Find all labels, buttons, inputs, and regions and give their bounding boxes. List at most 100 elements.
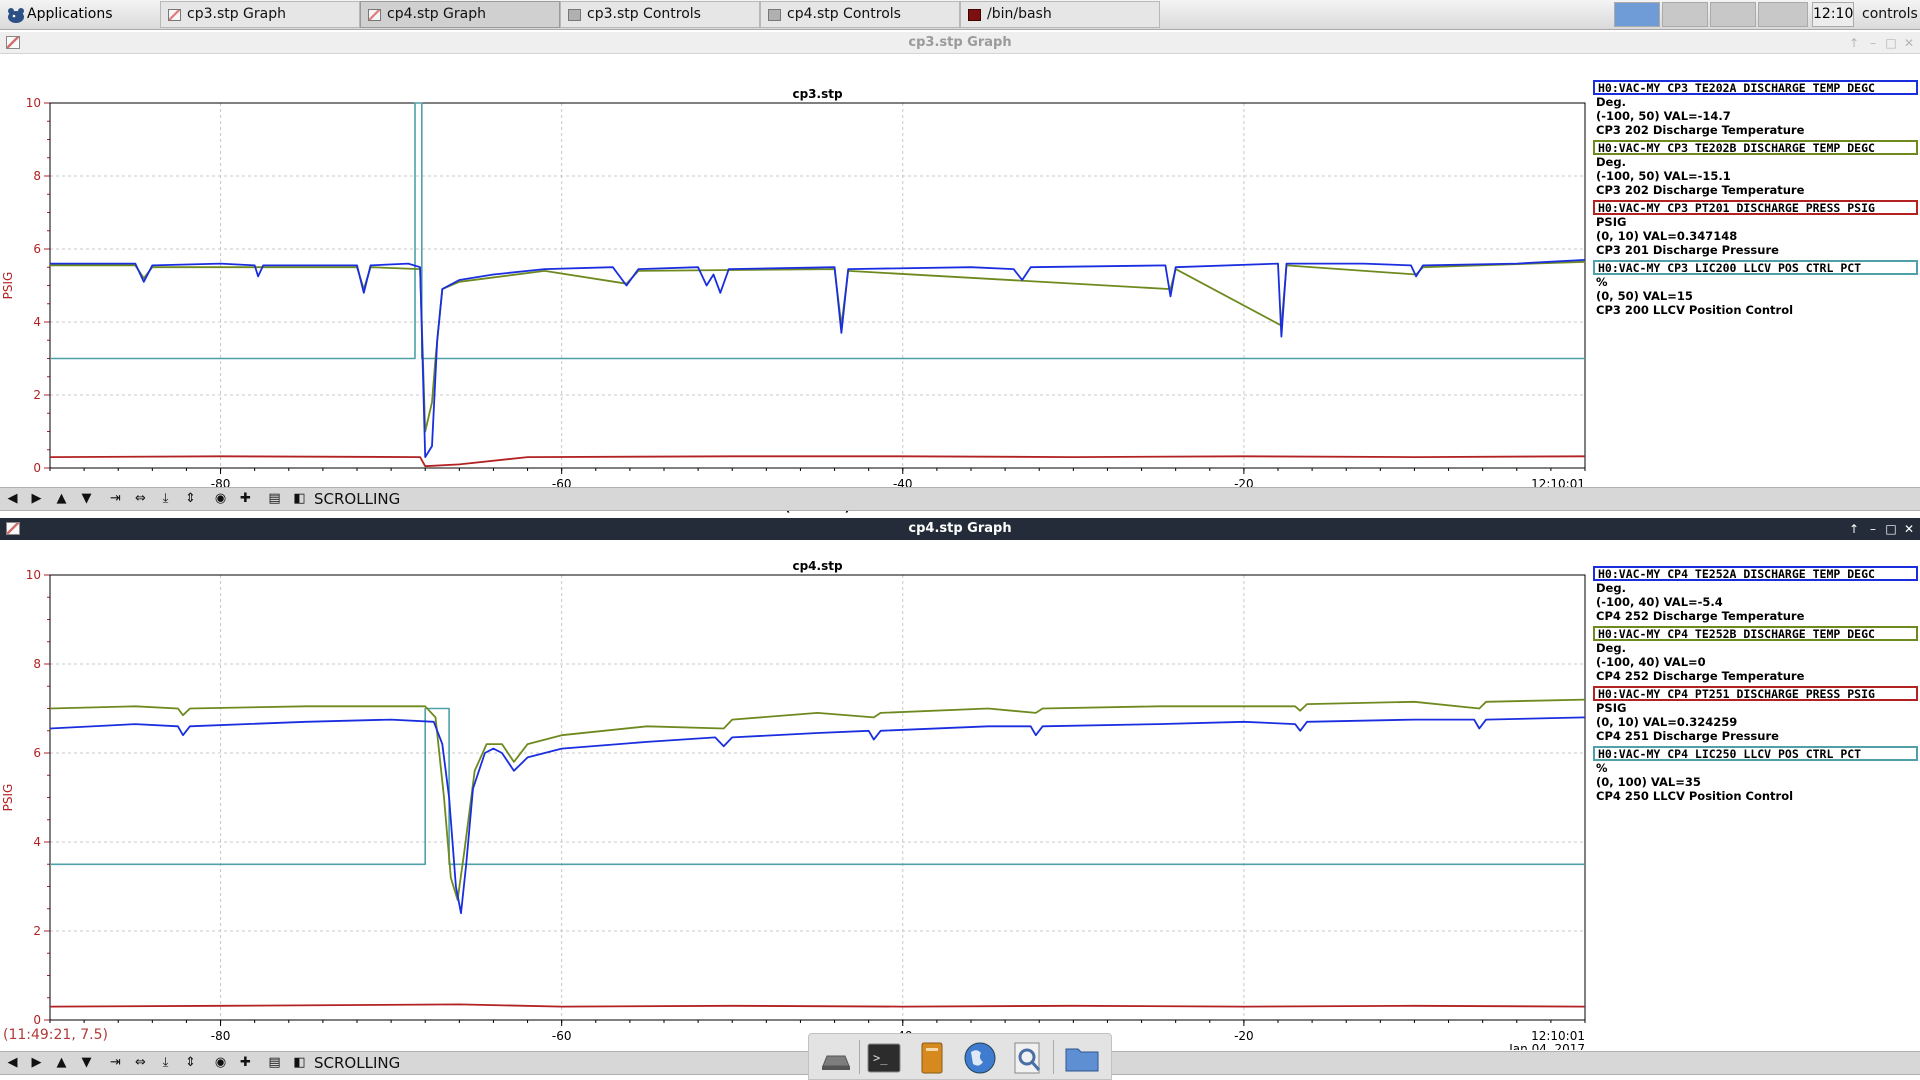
workspace-4[interactable] (1758, 2, 1808, 27)
legend-item[interactable]: H0:VAC-MY_CP3_TE202A_DISCHARGE_TEMP_DEGC… (1593, 80, 1918, 140)
scroll-left-icon[interactable]: ◀ (3, 490, 22, 508)
zoom-out-horizontal-icon[interactable]: ⇔ (131, 490, 150, 508)
legend-range-val: (-100, 40) VAL=-5.4 (1596, 595, 1723, 609)
stripchart-plot[interactable]: -80-60-40-200246810cp3.stpPSIG(Minutes)1… (0, 54, 1590, 516)
scroll-up-icon[interactable]: ▲ (52, 1054, 71, 1072)
task-cp3-graph[interactable]: cp3.stp Graph (160, 1, 360, 28)
shade-icon[interactable]: ↑ (1846, 32, 1862, 54)
folder-icon[interactable] (1063, 1040, 1101, 1076)
legend-pv-name[interactable]: H0:VAC-MY_CP4_TE252A_DISCHARGE_TEMP_DEGC (1593, 566, 1918, 581)
reset-icon[interactable]: ✚ (236, 1054, 255, 1072)
print-icon[interactable]: ▤ (265, 1054, 284, 1072)
scroll-right-icon[interactable]: ▶ (27, 490, 46, 508)
show-desktop-icon[interactable] (817, 1040, 855, 1076)
shade-icon[interactable]: ↑ (1846, 518, 1862, 540)
legend-desc: CP3 202 Discharge Temperature (1596, 183, 1805, 197)
clock[interactable]: 12:10 (1812, 2, 1854, 27)
legend-pv-name[interactable]: H0:VAC-MY_CP3_PT201_DISCHARGE_PRESS_PSIG (1593, 200, 1918, 215)
auto-scale-icon[interactable]: ◉ (211, 1054, 230, 1072)
scroll-right-icon[interactable]: ▶ (27, 1054, 46, 1072)
app-finder-icon[interactable] (1009, 1040, 1047, 1076)
plot-area[interactable]: -80-60-40-200246810cp4.stpPSIG(M12:10:01… (0, 540, 1920, 1050)
legend-item[interactable]: H0:VAC-MY_CP4_LIC250_LLCV_POS_CTRL_PCT%(… (1593, 746, 1918, 806)
task-label: cp3.stp Controls (587, 6, 701, 22)
close-icon[interactable]: ✕ (1901, 32, 1917, 54)
file-manager-icon[interactable] (913, 1040, 951, 1076)
legend-item[interactable]: H0:VAC-MY_CP3_TE202B_DISCHARGE_TEMP_DEGC… (1593, 140, 1918, 200)
pan-to-now-icon[interactable]: ◧ (290, 1054, 309, 1072)
zoom-out-vertical-icon[interactable]: ⇕ (181, 1054, 200, 1072)
pan-to-now-icon[interactable]: ◧ (290, 490, 309, 508)
cursor-readout: (11:49:21, 7.5) (3, 1027, 108, 1043)
legend-range-val: (0, 10) VAL=0.347148 (1596, 229, 1738, 243)
legend-item[interactable]: H0:VAC-MY_CP3_PT201_DISCHARGE_PRESS_PSIG… (1593, 200, 1918, 260)
series-line-2 (49, 1003, 1586, 1008)
legend-unit: Deg. (1596, 581, 1626, 595)
window-titlebar[interactable]: cp4.stp Graph ↑ – □ ✕ (0, 518, 1920, 540)
chart-title: cp4.stp (792, 559, 842, 573)
plot-area[interactable]: -80-60-40-200246810cp3.stpPSIG(Minutes)1… (0, 54, 1920, 516)
y-tick-label: 8 (33, 169, 41, 183)
trace-legend: H0:VAC-MY_CP3_TE202A_DISCHARGE_TEMP_DEGC… (1593, 80, 1918, 320)
zoom-in-vertical-icon[interactable]: ⤓ (156, 1054, 175, 1072)
close-icon[interactable]: ✕ (1901, 518, 1917, 540)
y-tick-label: 6 (33, 242, 41, 256)
legend-item[interactable]: H0:VAC-MY_CP4_PT251_DISCHARGE_PRESS_PSIG… (1593, 686, 1918, 746)
legend-pv-name[interactable]: H0:VAC-MY_CP4_LIC250_LLCV_POS_CTRL_PCT (1593, 746, 1918, 761)
zoom-in-horizontal-icon[interactable]: ⇥ (106, 490, 125, 508)
zoom-in-horizontal-icon[interactable]: ⇥ (106, 1054, 125, 1072)
maximize-icon[interactable]: □ (1883, 32, 1899, 54)
legend-unit: Deg. (1596, 641, 1626, 655)
legend-item[interactable]: H0:VAC-MY_CP3_LIC200_LLCV_POS_CTRL_PCT%(… (1593, 260, 1918, 320)
legend-range-val: (0, 50) VAL=15 (1596, 289, 1693, 303)
minimize-icon[interactable]: – (1865, 32, 1881, 54)
applications-menu-button[interactable]: Applications Menu (0, 1, 155, 48)
legend-pv-name[interactable]: H0:VAC-MY_CP4_TE252B_DISCHARGE_TEMP_DEGC (1593, 626, 1918, 641)
task-label: cp4.stp Controls (787, 6, 901, 22)
reset-icon[interactable]: ✚ (236, 490, 255, 508)
legend-pv-name[interactable]: H0:VAC-MY_CP4_PT251_DISCHARGE_PRESS_PSIG (1593, 686, 1918, 701)
series-line-2 (49, 455, 1586, 468)
task-cp4-graph[interactable]: cp4.stp Graph (360, 1, 560, 28)
scroll-down-icon[interactable]: ▼ (77, 1054, 96, 1072)
legend-pv-name[interactable]: H0:VAC-MY_CP3_TE202A_DISCHARGE_TEMP_DEGC (1593, 80, 1918, 95)
task-cp4-controls[interactable]: cp4.stp Controls (760, 1, 960, 28)
web-browser-icon[interactable] (961, 1040, 999, 1076)
workspace-2[interactable] (1662, 2, 1708, 27)
legend-desc: CP4 251 Discharge Pressure (1596, 729, 1779, 743)
legend-pv-name[interactable]: H0:VAC-MY_CP3_LIC200_LLCV_POS_CTRL_PCT (1593, 260, 1918, 275)
dock-panel: >_ (808, 1033, 1112, 1080)
stripchart-plot[interactable]: -80-60-40-200246810cp4.stpPSIG(M12:10:01… (0, 540, 1590, 1050)
legend-pv-name[interactable]: H0:VAC-MY_CP3_TE202B_DISCHARGE_TEMP_DEGC (1593, 140, 1918, 155)
legend-item[interactable]: H0:VAC-MY_CP4_TE252A_DISCHARGE_TEMP_DEGC… (1593, 566, 1918, 626)
zoom-out-horizontal-icon[interactable]: ⇔ (131, 1054, 150, 1072)
cp4-graph-window: cp4.stp Graph ↑ – □ ✕ -80-60-40-20024681… (0, 518, 1920, 1080)
taskbar: Applications Menu cp3.stp Graph cp4.stp … (0, 0, 1920, 48)
legend-desc: CP3 200 LLCV Position Control (1596, 303, 1794, 317)
graph-window-icon (6, 36, 20, 49)
y-tick-label: 0 (33, 1013, 41, 1027)
chart-title: cp3.stp (792, 87, 842, 101)
workspace-3[interactable] (1710, 2, 1756, 27)
zoom-in-vertical-icon[interactable]: ⤓ (156, 490, 175, 508)
workspace-1[interactable] (1614, 2, 1660, 27)
maximize-icon[interactable]: □ (1883, 518, 1899, 540)
minimize-icon[interactable]: – (1865, 518, 1881, 540)
scroll-up-icon[interactable]: ▲ (52, 490, 71, 508)
scroll-left-icon[interactable]: ◀ (3, 1054, 22, 1072)
auto-scale-icon[interactable]: ◉ (211, 490, 230, 508)
scroll-down-icon[interactable]: ▼ (77, 490, 96, 508)
legend-desc: CP4 250 LLCV Position Control (1596, 789, 1794, 803)
xfce-mouse-icon (8, 8, 24, 23)
zoom-out-vertical-icon[interactable]: ⇕ (181, 490, 200, 508)
window-titlebar[interactable]: cp3.stp Graph ↑ – □ ✕ (0, 32, 1920, 54)
series-line-3 (50, 707, 1585, 866)
x-tick-label: -60 (552, 1029, 572, 1043)
task-bin-bash[interactable]: /bin/bash (960, 1, 1160, 28)
terminal-icon[interactable]: >_ (865, 1040, 903, 1076)
graph-toolbar: ◀ ▶ ▲ ▼ ⇥ ⇔ ⤓ ⇕ ◉ ✚ ▤ ◧ SCROLLING (0, 487, 1920, 511)
legend-item[interactable]: H0:VAC-MY_CP4_TE252B_DISCHARGE_TEMP_DEGC… (1593, 626, 1918, 686)
print-icon[interactable]: ▤ (265, 490, 284, 508)
task-cp3-controls[interactable]: cp3.stp Controls (560, 1, 760, 28)
task-label: /bin/bash (987, 6, 1052, 22)
